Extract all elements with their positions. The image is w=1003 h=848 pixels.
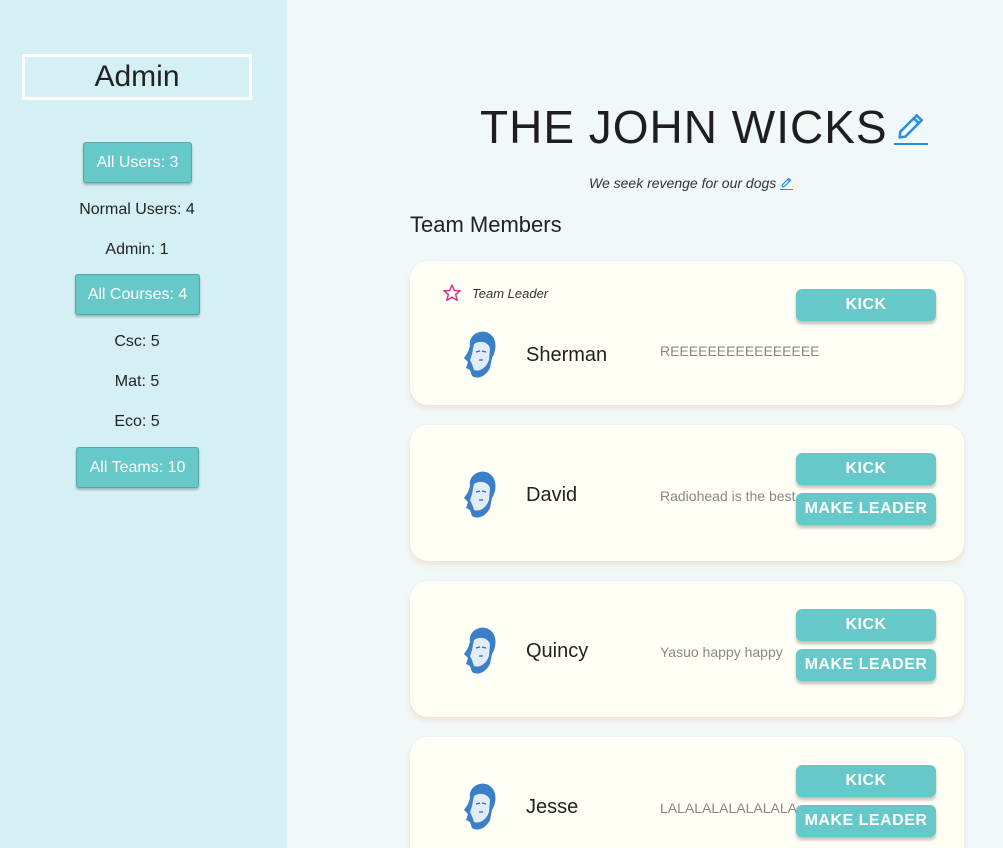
member-motto: Yasuo happy happy: [660, 644, 783, 660]
member-card-david: David Radiohead is the best KICK MAKE LE…: [410, 425, 964, 561]
sidebar-title: Admin: [22, 54, 252, 100]
kick-button[interactable]: KICK: [796, 453, 936, 485]
star-icon: [442, 283, 462, 303]
make-leader-button[interactable]: MAKE LEADER: [796, 493, 936, 525]
kick-button[interactable]: KICK: [796, 609, 936, 641]
user-avatar-icon: [456, 326, 504, 382]
kick-button[interactable]: KICK: [796, 289, 936, 321]
edit-team-name-icon[interactable]: [893, 109, 928, 145]
team-name: THE JOHN WICKS: [480, 101, 888, 153]
make-leader-button[interactable]: MAKE LEADER: [796, 649, 936, 681]
member-card-sherman: Team Leader Sherman REEEEEEEEEEEEEEEE KI…: [410, 261, 964, 405]
kick-button[interactable]: KICK: [796, 765, 936, 797]
team-description: We seek revenge for our dogs: [589, 175, 777, 191]
member-name: Jesse: [526, 796, 579, 818]
member-name: Quincy: [526, 640, 589, 662]
all-users-button[interactable]: All Users: 3: [83, 142, 192, 183]
user-avatar-icon: [456, 466, 504, 522]
user-avatar-icon: [456, 622, 504, 678]
members-heading: Team Members: [410, 212, 562, 237]
team-title-row: THE JOHN WICKS: [480, 100, 928, 154]
all-teams-button[interactable]: All Teams: 10: [76, 447, 199, 488]
sidebar: Admin All Users: 3 Normal Users: 4 Admin…: [0, 0, 287, 848]
edit-description-icon[interactable]: [780, 176, 794, 190]
member-motto: REEEEEEEEEEEEEEEE: [660, 343, 820, 359]
member-motto: Radiohead is the best: [660, 488, 796, 504]
member-card-jesse: Jesse LALALALALALALALA KICK MAKE LEADER: [410, 737, 964, 848]
course-mat-count: Mat: 5: [114, 373, 160, 390]
member-motto: LALALALALALALALA: [660, 800, 797, 816]
make-leader-button[interactable]: MAKE LEADER: [796, 805, 936, 837]
course-eco-count: Eco: 5: [114, 413, 160, 430]
normal-users-count: Normal Users: 4: [79, 201, 195, 218]
all-courses-button[interactable]: All Courses: 4: [75, 274, 200, 315]
team-leader-label: Team Leader: [472, 285, 549, 301]
course-csc-count: Csc: 5: [114, 333, 160, 350]
member-card-quincy: Quincy Yasuo happy happy KICK MAKE LEADE…: [410, 581, 964, 717]
team-description-row: We seek revenge for our dogs: [589, 175, 794, 191]
user-avatar-icon: [456, 778, 504, 834]
member-name: David: [526, 484, 578, 506]
member-name: Sherman: [526, 344, 608, 366]
admin-count: Admin: 1: [105, 241, 169, 258]
team-leader-tag: Team Leader: [442, 283, 548, 303]
